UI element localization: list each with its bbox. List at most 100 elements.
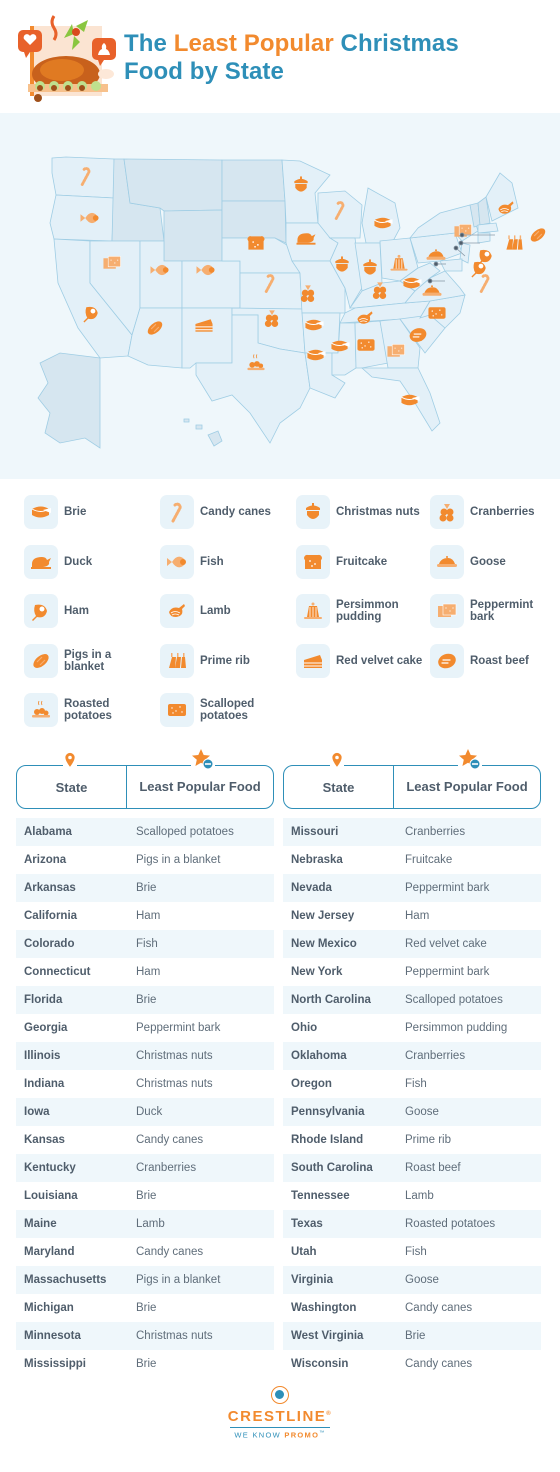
table-row: New Mexico Red velvet cake [283, 930, 541, 958]
state-name: Virginia [291, 1274, 333, 1286]
legend-tile [160, 544, 194, 579]
acorn-icon [306, 503, 320, 519]
star-minus-icon [458, 748, 482, 772]
food-name: Pigs in a blanket [136, 854, 221, 866]
table-row: Florida Brie [16, 986, 274, 1014]
legend-item: Christmas nuts [296, 492, 426, 532]
table-row: Georgia Peppermint bark [16, 1014, 274, 1042]
state-name: South Carolina [291, 1162, 373, 1174]
state-name: Arizona [24, 854, 67, 866]
legend-label: Duck [64, 555, 93, 568]
roast-turkey-hero-icon [18, 15, 116, 102]
legend-item: Roast beef [430, 641, 560, 681]
map-marker-pigs-in-blanket-icon [530, 228, 546, 242]
state-name: Michigan [24, 1302, 74, 1314]
state-massachusetts [477, 222, 499, 234]
table-row: Rhode Island Prime rib [283, 1126, 541, 1154]
food-name: Fruitcake [405, 854, 453, 866]
peppermint-bark-icon [438, 603, 457, 617]
map-marker-prime-rib-icon [506, 235, 523, 250]
legend-label: Peppermint bark [470, 599, 534, 623]
crestline-logo-mark-icon [271, 1386, 289, 1404]
legend-tile [24, 693, 58, 727]
state-name: Alabama [24, 826, 72, 838]
legend-label: Candy canes [200, 506, 271, 518]
table-row: Michigan Brie [16, 1294, 274, 1322]
food-name: Ham [136, 966, 161, 978]
fruitcake-icon [304, 554, 322, 569]
callout-dot [458, 240, 464, 246]
table-row: Nebraska Fruitcake [283, 846, 541, 874]
food-name: Roasted potatoes [405, 1218, 496, 1230]
legend-label: Roasted potatoes [64, 698, 112, 722]
legend-label: Ham [64, 605, 89, 617]
legend-item: Brie [24, 492, 154, 532]
scalloped-potatoes-icon [168, 704, 186, 716]
state-table-right: State Least Popular Food Missouri Cranbe… [283, 748, 541, 1370]
legend-label: Goose [470, 555, 506, 568]
table-row: Ohio Persimmon pudding [283, 1014, 541, 1042]
legend-label: Christmas nuts [336, 506, 420, 518]
food-name: Peppermint bark [405, 966, 490, 978]
legend-item: Cranberries [430, 492, 560, 532]
legend-label: Brie [64, 506, 87, 518]
legend-item: Lamb [160, 591, 290, 631]
state-kansas [239, 272, 303, 310]
state-name: Ohio [291, 1022, 318, 1034]
food-name: Brie [136, 994, 157, 1006]
food-name: Cranberries [136, 1162, 197, 1174]
state-shapes [37, 156, 519, 449]
title-accent-text: Least Popular [173, 30, 334, 57]
state-new-mexico [181, 307, 233, 369]
state-name: California [24, 910, 78, 922]
candy-cane-icon [171, 502, 182, 523]
food-name: Ham [405, 910, 430, 922]
legend-item: Fish [160, 542, 290, 582]
logo-divider [230, 1427, 330, 1428]
legend-label: Prime rib [200, 654, 250, 667]
table-row: South Carolina Roast beef [283, 1154, 541, 1182]
table-body-left: Alabama Scalloped potatoes Arizona Pigs i… [16, 818, 274, 1378]
food-name: Brie [136, 1190, 157, 1202]
state-name: New York [291, 966, 343, 978]
legend-tile [296, 495, 330, 529]
title-text-2: Christmas [333, 30, 459, 57]
column-header-food: Least Popular Food [139, 779, 261, 794]
legend-item: Persimmon pudding [296, 591, 426, 631]
food-name: Christmas nuts [136, 1078, 213, 1090]
callout-dot [459, 232, 465, 238]
state-maine [485, 172, 519, 222]
state-table-left: State Least Popular Food Alabama Scallop… [16, 748, 274, 1370]
crestline-logo: CRESTLINE® WE KNOW PROMO™ [0, 1386, 560, 1446]
state-montana [123, 158, 223, 212]
state-name: Kansas [24, 1134, 65, 1146]
legend-tile [430, 495, 464, 529]
food-name: Candy canes [405, 1358, 473, 1370]
table-header: State Least Popular Food [16, 748, 274, 809]
callout-dot [433, 261, 439, 267]
table-row: North Carolina Scalloped potatoes [283, 986, 541, 1014]
legend-label: Fish [200, 555, 224, 568]
state-name: Maryland [24, 1246, 75, 1258]
lamb-icon [169, 604, 185, 617]
state-name: Kentucky [24, 1162, 76, 1174]
legend-tile [24, 544, 58, 579]
us-map [0, 113, 560, 479]
table-row: California Ham [16, 902, 274, 930]
table-row: Colorado Fish [16, 930, 274, 958]
state-hawaii [183, 418, 223, 447]
state-name: Nebraska [291, 854, 343, 866]
location-pin-icon [63, 750, 77, 770]
state-name: Connecticut [24, 966, 91, 978]
state-wisconsin [317, 190, 363, 239]
state-maryland [439, 258, 463, 272]
table-row: Connecticut Ham [16, 958, 274, 986]
food-name: Cranberries [405, 1050, 466, 1062]
food-name: Red velvet cake [405, 938, 487, 950]
table-row: West Virginia Brie [283, 1322, 541, 1350]
roasted-potatoes-icon [32, 700, 50, 718]
table-row: Oregon Fish [283, 1070, 541, 1098]
food-name: Fish [405, 1246, 427, 1258]
column-header-state: State [17, 766, 127, 808]
table-row: Pennsylvania Goose [283, 1098, 541, 1126]
